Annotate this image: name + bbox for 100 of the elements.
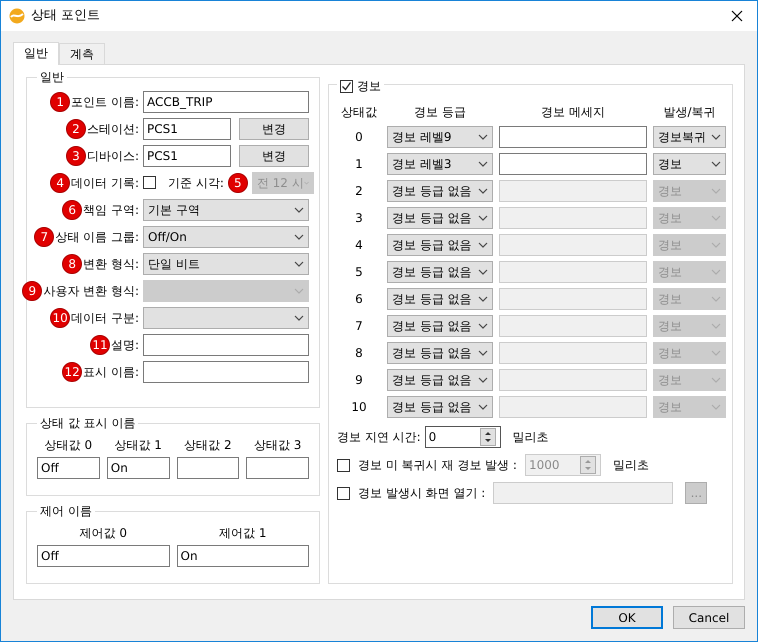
unit-label: 밀리초 bbox=[512, 429, 549, 446]
input-field[interactable]: Off bbox=[37, 457, 100, 479]
chevron-icon bbox=[294, 314, 304, 320]
field-label: 표시 이름: bbox=[83, 364, 139, 380]
field-label: 변환 형식: bbox=[83, 256, 139, 272]
chevron-icon bbox=[711, 350, 721, 356]
window-title: 상태 포인트 bbox=[31, 7, 102, 26]
input-field[interactable] bbox=[143, 360, 309, 382]
dropdown[interactable]: 경보복귀 bbox=[653, 126, 726, 148]
input-field[interactable]: PCS1 bbox=[143, 144, 231, 166]
field-label: 디바이스: bbox=[86, 148, 139, 164]
chevron-icon bbox=[294, 206, 304, 212]
state-value: 3 bbox=[354, 210, 364, 227]
state-value: 9 bbox=[354, 372, 364, 389]
spin-field[interactable]: 0 bbox=[424, 426, 501, 448]
dropdown[interactable]: 경보 등급 없음 bbox=[387, 288, 493, 310]
state-value: 1 bbox=[354, 156, 364, 173]
state-value: 2 bbox=[354, 183, 364, 200]
checkbox[interactable] bbox=[340, 80, 353, 92]
chevron-icon bbox=[478, 296, 488, 302]
input-field[interactable] bbox=[499, 153, 647, 175]
input-field[interactable] bbox=[246, 457, 309, 479]
dropdown[interactable]: 경보 bbox=[653, 153, 726, 175]
field-label: 데이터 기록: bbox=[71, 174, 139, 192]
dropdown[interactable]: 경보 등급 없음 bbox=[387, 261, 493, 283]
field-label: 기준 시각: bbox=[168, 174, 224, 192]
change-button[interactable]: 변경 bbox=[239, 118, 309, 140]
chevron-icon bbox=[711, 269, 721, 275]
ok-button[interactable]: OK bbox=[591, 606, 663, 629]
change-button[interactable]: 변경 bbox=[239, 144, 309, 166]
step-marker: 1 bbox=[50, 92, 70, 112]
input-field[interactable]: PCS1 bbox=[143, 118, 231, 140]
unit-label: 밀리초 bbox=[612, 457, 649, 474]
dropdown[interactable]: 경보 등급 없음 bbox=[387, 207, 493, 229]
dropdown[interactable]: Off/On bbox=[143, 226, 309, 248]
state-value: 8 bbox=[354, 345, 364, 362]
step-marker: 12 bbox=[62, 362, 82, 382]
dropdown[interactable]: 경보 등급 없음 bbox=[387, 369, 493, 391]
state-value: 5 bbox=[354, 264, 364, 281]
dropdown[interactable] bbox=[143, 306, 309, 328]
chevron-icon bbox=[478, 215, 488, 221]
field-label: 데이터 구분: bbox=[71, 310, 139, 326]
chevron-icon bbox=[478, 404, 488, 410]
dropdown[interactable]: 경보 등급 없음 bbox=[387, 180, 493, 202]
state-value: 7 bbox=[354, 318, 364, 335]
close-icon[interactable] bbox=[731, 10, 743, 22]
column-header: 경보 등급 bbox=[413, 104, 467, 121]
chevron-icon bbox=[711, 296, 721, 302]
group-title: 제어 이름 bbox=[37, 504, 95, 518]
tab[interactable]: 계측 bbox=[59, 43, 105, 64]
chevron-icon bbox=[478, 323, 488, 329]
step-marker: 5 bbox=[228, 172, 248, 192]
group-title: 일반 bbox=[37, 70, 67, 84]
step-marker: 6 bbox=[62, 200, 82, 220]
tab[interactable]: 일반 bbox=[13, 42, 59, 65]
chevron-icon bbox=[711, 323, 721, 329]
dropdown[interactable]: 단일 비트 bbox=[143, 252, 309, 274]
input-field[interactable] bbox=[176, 457, 240, 479]
column-header: 경보 메세지 bbox=[540, 104, 606, 121]
state-value: 0 bbox=[354, 129, 364, 146]
chevron-icon bbox=[294, 260, 304, 266]
step-marker: 7 bbox=[34, 226, 54, 246]
field-label: 책임 구역: bbox=[83, 202, 139, 218]
field-label: 사용자 변환 형식: bbox=[43, 282, 139, 300]
field-label: 경보 지연 시간: bbox=[337, 429, 421, 446]
field-label: 경보 미 복귀시 재 경보 발생 : bbox=[358, 457, 517, 474]
spin-buttons[interactable] bbox=[480, 428, 496, 446]
dropdown[interactable]: 경보 등급 없음 bbox=[387, 315, 493, 337]
state-value: 10 bbox=[350, 399, 368, 416]
dropdown[interactable]: 경보 등급 없음 bbox=[387, 234, 493, 256]
state-value: 6 bbox=[354, 291, 364, 308]
dropdown[interactable]: 경보 등급 없음 bbox=[387, 342, 493, 364]
chevron-icon bbox=[478, 242, 488, 248]
value-label: 상태값 3 bbox=[252, 437, 302, 454]
chevron-icon bbox=[294, 234, 304, 240]
input-field[interactable]: ACCB_TRIP bbox=[143, 90, 309, 112]
chevron-icon bbox=[478, 377, 488, 383]
input-field[interactable]: On bbox=[176, 545, 309, 567]
state-value: 4 bbox=[354, 237, 364, 254]
group-title: 상태 값 표시 이름 bbox=[37, 416, 138, 430]
dropdown[interactable]: 경보 레벨3 bbox=[387, 153, 493, 175]
cancel-button[interactable]: Cancel bbox=[673, 606, 745, 629]
step-marker: 10 bbox=[50, 308, 70, 328]
step-marker: 2 bbox=[66, 118, 86, 138]
chevron-icon bbox=[478, 350, 488, 356]
field-label: 상태 이름 그룹: bbox=[55, 228, 139, 246]
chevron-icon bbox=[478, 269, 488, 275]
chevron-icon bbox=[711, 134, 721, 140]
value-label: 제어값 0 bbox=[78, 525, 128, 542]
chevron-icon bbox=[711, 377, 721, 383]
input-field[interactable] bbox=[143, 334, 309, 356]
input-field[interactable] bbox=[499, 126, 647, 148]
input-field[interactable]: On bbox=[106, 457, 170, 479]
value-label: 제어값 1 bbox=[218, 525, 268, 542]
dropdown[interactable]: 경보 레벨9 bbox=[387, 126, 493, 148]
dropdown[interactable]: 경보 등급 없음 bbox=[387, 396, 493, 418]
dropdown[interactable]: 기본 구역 bbox=[143, 198, 309, 220]
column-header: 상태값 bbox=[340, 104, 378, 121]
input-field[interactable]: Off bbox=[37, 545, 170, 567]
column-header: 발생/복귀 bbox=[662, 104, 717, 121]
